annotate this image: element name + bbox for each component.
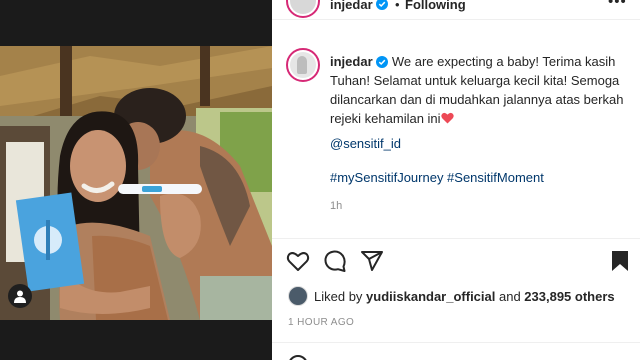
emoji-icon[interactable] — [288, 355, 308, 360]
header-avatar[interactable] — [286, 0, 320, 18]
caption-time: 1h — [330, 200, 343, 212]
post-header: injedar • Following ••• — [272, 0, 640, 20]
user-tag-button[interactable] — [8, 284, 32, 308]
red-heart-emoji-icon — [440, 112, 454, 124]
likes-count-link[interactable]: 233,895 others — [524, 289, 614, 304]
header-separator: • — [395, 0, 400, 12]
post-details-panel: injedar • Following ••• injedar We are e… — [272, 0, 640, 360]
likes-text: Liked by yudiiskandar_official and 233,8… — [314, 289, 615, 304]
user-tag-icon — [14, 290, 26, 303]
verified-icon — [376, 56, 389, 68]
caption-mention-link[interactable]: @sensitif_id — [330, 136, 401, 151]
post-timestamp[interactable]: 1 HOUR AGO — [288, 317, 354, 328]
post-photo-illustration — [0, 46, 272, 320]
caption-username[interactable]: injedar — [330, 54, 373, 69]
bookmark-icon[interactable] — [608, 249, 632, 273]
post-photo[interactable] — [0, 46, 272, 320]
post-caption: injedar We are expecting a baby! Terima … — [330, 52, 630, 128]
share-icon[interactable] — [360, 249, 384, 273]
verified-icon — [376, 0, 388, 10]
heart-icon[interactable] — [286, 249, 310, 273]
add-comment-bar — [272, 342, 640, 360]
post-actions-bar — [272, 238, 640, 282]
caption-avatar[interactable] — [286, 48, 320, 82]
liker-avatar[interactable] — [288, 286, 308, 306]
caption-text: We are expecting a baby! Terima kasih Tu… — [330, 54, 624, 126]
liked-by-user-link[interactable]: yudiiskandar_official — [366, 289, 495, 304]
comment-icon[interactable] — [323, 249, 347, 273]
more-icon[interactable]: ••• — [608, 0, 627, 10]
header-username[interactable]: injedar — [330, 0, 373, 12]
post-media-column — [0, 0, 272, 360]
caption-hashtags[interactable]: #mySensitifJourney #SensitifMoment — [330, 170, 544, 185]
following-button[interactable]: Following — [405, 0, 466, 12]
